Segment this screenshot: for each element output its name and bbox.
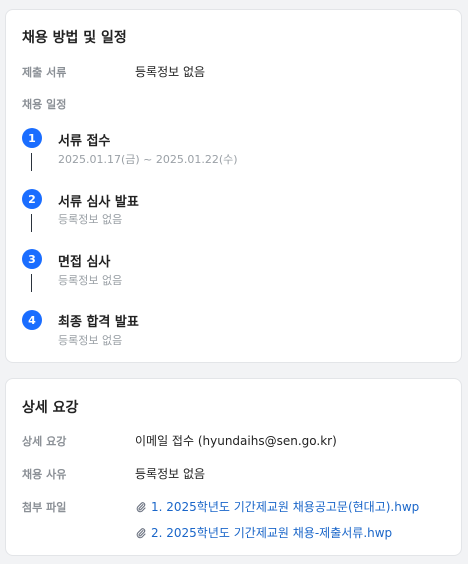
step-connector-line [31,274,32,292]
attachment-filename[interactable]: 2. 2025학년도 기간제교원 채용-제출서류.hwp [151,524,392,541]
details-card-title: 상세 요강 [22,400,79,416]
paperclip-icon [136,527,146,538]
detail-row-label: 상세 요강 [22,435,67,448]
step-title: 서류 접수 [58,134,111,149]
documents-label: 제출 서류 [22,66,67,79]
attachment-link[interactable]: 2. 2025학년도 기간제교원 채용-제출서류.hwp [135,524,392,541]
step-number-badge: 4 [22,310,42,330]
documents-value: 등록정보 없음 [135,65,206,79]
detail-row-value: 등록정보 없음 [135,467,206,481]
step-number-badge: 3 [22,249,42,269]
detail-row-value: 이메일 접수 (hyundaihs@sen.go.kr) [135,434,337,448]
schedule-card-title: 채용 방법 및 일정 [22,30,127,46]
attachments-label: 첨부 파일 [22,501,67,514]
step-title: 최종 합격 발표 [58,315,139,330]
detail-row-label: 채용 사유 [22,468,67,481]
step-connector-line [31,153,32,171]
schedule-card: 채용 방법 및 일정 제출 서류 등록정보 없음 채용 일정 1 서류 접수 2… [5,9,462,363]
step-title: 서류 심사 발표 [58,195,139,210]
step-connector-line [31,214,32,232]
attachment-filename[interactable]: 1. 2025학년도 기간제교원 채용공고문(현대고).hwp [151,498,419,515]
paperclip-icon [136,501,146,512]
schedule-label: 채용 일정 [22,98,67,111]
step-detail: 2025.01.17(금) ~ 2025.01.22(수) [58,153,238,166]
step-detail: 등록정보 없음 [58,274,123,287]
attachment-link[interactable]: 1. 2025학년도 기간제교원 채용공고문(현대고).hwp [135,498,419,515]
step-detail: 등록정보 없음 [58,334,123,347]
step-title: 면접 심사 [58,255,111,270]
step-number-badge: 2 [22,189,42,209]
details-card: 상세 요강 상세 요강 이메일 접수 (hyundaihs@sen.go.kr)… [5,378,462,556]
step-detail: 등록정보 없음 [58,213,123,226]
step-number-badge: 1 [22,128,42,148]
